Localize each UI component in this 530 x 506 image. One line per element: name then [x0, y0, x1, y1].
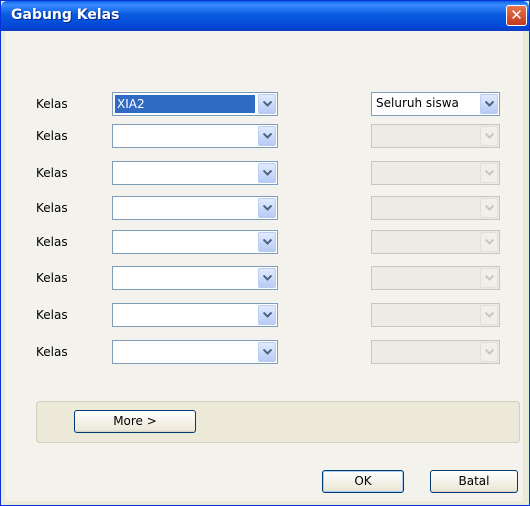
- class-label: Kelas: [36, 271, 68, 285]
- class-row: Kelas: [5, 266, 523, 292]
- close-button[interactable]: ✕: [506, 5, 527, 26]
- dialog-window: Gabung Kelas ✕ Kelas XIA2 Seluruh siswa …: [0, 0, 530, 506]
- chevron-down-icon[interactable]: [258, 232, 276, 252]
- chevron-down-icon[interactable]: [258, 342, 276, 362]
- scope-select-value: Seluruh siswa: [376, 96, 459, 110]
- class-row: Kelas: [5, 196, 523, 222]
- more-panel: More >: [36, 401, 520, 443]
- chevron-down-icon: [480, 305, 498, 325]
- class-row: Kelas: [5, 340, 523, 366]
- class-label: Kelas: [36, 345, 68, 359]
- class-label: Kelas: [36, 129, 68, 143]
- scope-select: [371, 124, 500, 148]
- class-select-value: [115, 164, 119, 182]
- class-label: Kelas: [36, 166, 68, 180]
- class-select[interactable]: [112, 303, 278, 327]
- chevron-down-icon: [480, 163, 498, 183]
- chevron-down-icon: [480, 126, 498, 146]
- scope-select: [371, 230, 500, 254]
- chevron-down-icon[interactable]: [258, 94, 276, 114]
- chevron-down-icon[interactable]: [258, 163, 276, 183]
- class-row: Kelas: [5, 230, 523, 256]
- class-select-value: [115, 127, 119, 145]
- scope-select: [371, 303, 500, 327]
- class-select[interactable]: [112, 230, 278, 254]
- title-bar[interactable]: Gabung Kelas ✕: [1, 1, 529, 31]
- class-row: Kelas XIA2 Seluruh siswa: [5, 92, 523, 118]
- class-label: Kelas: [36, 235, 68, 249]
- close-icon: ✕: [510, 6, 523, 24]
- class-label: Kelas: [36, 308, 68, 322]
- class-select[interactable]: [112, 340, 278, 364]
- chevron-down-icon[interactable]: [258, 268, 276, 288]
- ok-button[interactable]: OK: [322, 470, 404, 493]
- class-row: Kelas: [5, 124, 523, 150]
- class-select[interactable]: [112, 196, 278, 220]
- class-select[interactable]: [112, 161, 278, 185]
- chevron-down-icon[interactable]: [480, 94, 498, 114]
- more-button[interactable]: More >: [74, 410, 196, 433]
- chevron-down-icon[interactable]: [258, 305, 276, 325]
- class-label: Kelas: [36, 97, 68, 111]
- chevron-down-icon[interactable]: [258, 198, 276, 218]
- chevron-down-icon: [480, 198, 498, 218]
- class-select-value: XIA2: [115, 95, 255, 113]
- scope-select: [371, 161, 500, 185]
- chevron-down-icon[interactable]: [258, 126, 276, 146]
- chevron-down-icon: [480, 268, 498, 288]
- class-select-value: [115, 269, 119, 287]
- class-select[interactable]: [112, 124, 278, 148]
- class-label: Kelas: [36, 201, 68, 215]
- scope-select[interactable]: Seluruh siswa: [371, 92, 500, 116]
- scope-select: [371, 196, 500, 220]
- class-row: Kelas: [5, 303, 523, 329]
- class-select-value: [115, 306, 119, 324]
- chevron-down-icon: [480, 232, 498, 252]
- dialog-body: Kelas XIA2 Seluruh siswa Kelas Kelas Kel…: [5, 31, 523, 501]
- window-title: Gabung Kelas: [11, 7, 120, 23]
- class-select[interactable]: XIA2: [112, 92, 278, 116]
- class-select[interactable]: [112, 266, 278, 290]
- class-select-value: [115, 199, 119, 217]
- scope-select: [371, 266, 500, 290]
- class-row: Kelas: [5, 161, 523, 187]
- cancel-button[interactable]: Batal: [430, 470, 518, 493]
- scope-select: [371, 340, 500, 364]
- class-select-value: [115, 343, 119, 361]
- chevron-down-icon: [480, 342, 498, 362]
- class-select-value: [115, 233, 119, 251]
